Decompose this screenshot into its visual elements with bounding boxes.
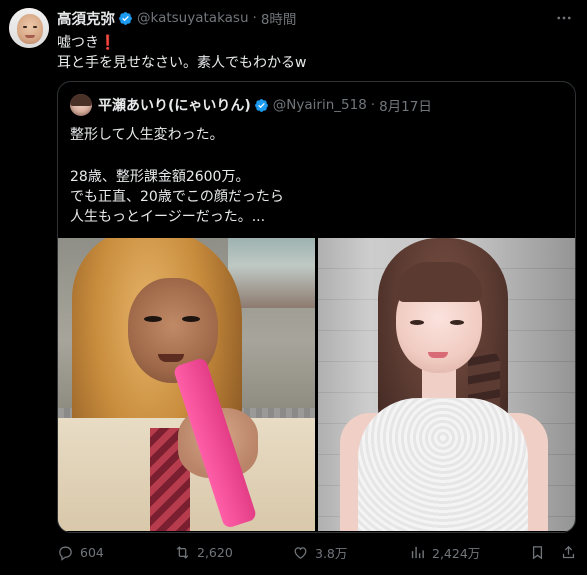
views-count: 2,424万: [432, 545, 481, 561]
separator-dot: ·: [370, 97, 376, 113]
quoted-tweet[interactable]: 平瀬あいり(にゃいりん) @Nyairin_518 · 8月17日 整形して人生…: [57, 81, 576, 533]
author-avatar[interactable]: [9, 8, 49, 48]
quoted-tweet-header: 平瀬あいり(にゃいりん) @Nyairin_518 · 8月17日: [70, 94, 432, 116]
quoted-photo-after[interactable]: [318, 238, 575, 531]
author-display-name[interactable]: 高須克弥: [57, 8, 115, 29]
exclamation-emoji: ❗: [99, 35, 117, 51]
verified-badge-icon: [254, 98, 268, 112]
retweet-count: 2,620: [197, 544, 233, 560]
reply-icon: [59, 546, 72, 561]
verified-badge-icon: [119, 11, 132, 25]
share-button[interactable]: [560, 542, 577, 562]
author-handle[interactable]: @katsuyatakasu: [137, 10, 249, 26]
views-button[interactable]: 2,424万: [409, 542, 480, 562]
views-chart-icon: [411, 546, 424, 558]
quoted-text-line: でも正直、20歳でこの顔だったら: [70, 189, 284, 205]
like-button[interactable]: 3.8万: [292, 542, 347, 562]
tweet-text-prefix: 嘘つき: [57, 35, 99, 51]
quoted-author-avatar[interactable]: [70, 94, 92, 116]
tweet-time[interactable]: 8時間: [261, 8, 297, 28]
tweet-actions-bar: 604 2,620 3.8万 2,424万: [57, 542, 577, 562]
reply-count: 604: [80, 544, 104, 560]
quoted-text-line: 人生もっとイージーだった。...: [70, 209, 266, 225]
heart-icon: [294, 546, 307, 559]
tweet-container[interactable]: 高須克弥 @katsuyatakasu · 8時間 嘘つき❗ 耳と手を見せなさい…: [0, 0, 587, 575]
more-icon[interactable]: [554, 9, 574, 27]
separator-dot: ·: [252, 10, 257, 26]
bookmark-icon: [532, 545, 543, 559]
retweet-button[interactable]: 2,620: [174, 542, 233, 562]
reply-button[interactable]: 604: [57, 542, 104, 562]
bookmark-button[interactable]: [529, 542, 546, 562]
like-count: 3.8万: [315, 545, 348, 561]
quoted-author-handle[interactable]: @Nyairin_518: [273, 97, 367, 113]
share-icon: [562, 545, 575, 558]
quoted-photo-before[interactable]: [58, 238, 315, 531]
quoted-text-line: 28歳、整形課金額2600万。: [70, 169, 250, 185]
tweet-text-line-2: 耳と手を見せなさい。素人でもわかるw: [57, 55, 307, 71]
quoted-text-line: 整形して人生変わった。: [70, 127, 224, 143]
retweet-icon: [176, 545, 189, 559]
tweet-header: 高須克弥 @katsuyatakasu · 8時間: [57, 8, 296, 28]
quoted-tweet-date[interactable]: 8月17日: [379, 95, 432, 115]
quoted-author-display-name[interactable]: 平瀬あいり(にゃいりん): [98, 95, 251, 115]
tweet-text-line-1: 嘘つき❗: [57, 32, 116, 52]
